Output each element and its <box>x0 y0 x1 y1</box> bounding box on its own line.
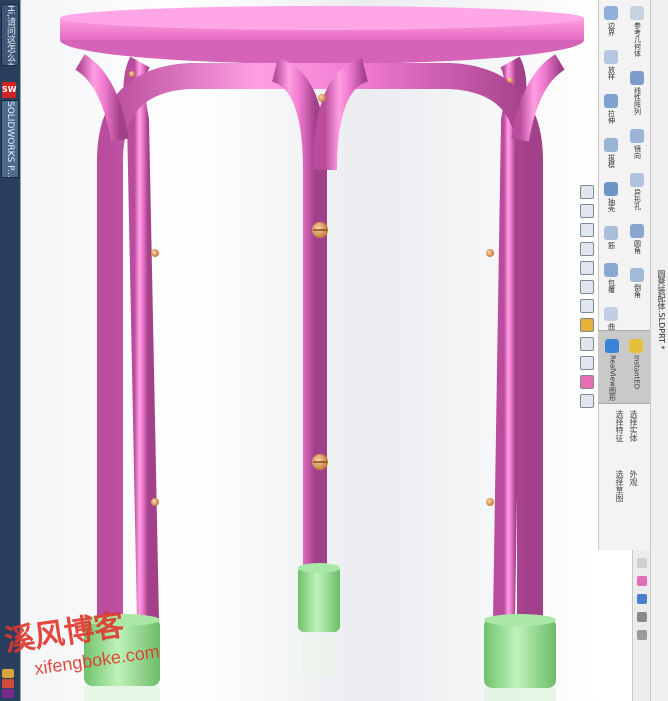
custom-properties-icon[interactable] <box>637 630 647 640</box>
hide-show-icon[interactable] <box>580 299 594 313</box>
display-style-icon[interactable] <box>580 280 594 294</box>
view-settings-icon[interactable] <box>580 356 594 370</box>
zoom-area-icon[interactable] <box>580 204 594 218</box>
realview-button[interactable]: RealView图形 <box>600 339 624 401</box>
appearance-hint[interactable]: 外观 <box>628 470 639 486</box>
windows-taskbar: Hi,请问这怎么办l... SW SOLIDWORKS P... <box>0 0 20 701</box>
tray-icon[interactable] <box>2 679 14 688</box>
section-view-icon[interactable] <box>580 242 594 256</box>
command-column-1: 边界 放样 拉伸 拔模 抽壳 筋 包覆 曲线 <box>599 0 625 351</box>
boundary-icon <box>604 6 618 20</box>
document-title-strip: 圆凳装配体.SLDPRT * <box>650 0 668 701</box>
loft-button[interactable]: 放样 <box>599 50 623 80</box>
file-explorer-icon[interactable] <box>637 594 647 604</box>
taskbar-item-solidworks[interactable]: SOLIDWORKS P... <box>1 100 19 178</box>
tray-icon[interactable] <box>2 689 14 698</box>
stool-seat[interactable] <box>60 6 584 64</box>
appearance-icon[interactable] <box>637 576 647 586</box>
taskpane-tabs <box>632 550 651 701</box>
command-manager-panel: 边界 放样 拉伸 拔模 抽壳 筋 包覆 曲线 参考几何体 线性阵列 镜向 异形孔… <box>598 0 651 550</box>
render-tools-group: RealView图形 InstantED <box>598 330 650 404</box>
fillet-button[interactable]: 圆角 <box>625 224 649 254</box>
instant3d-button[interactable]: InstantED <box>624 339 648 389</box>
wrap-button[interactable]: 包覆 <box>599 263 623 293</box>
home-icon[interactable] <box>637 558 647 568</box>
extrude-icon <box>604 94 618 108</box>
edit-appearance-icon[interactable] <box>580 318 594 332</box>
draft-button[interactable]: 拔模 <box>599 138 623 168</box>
rib-button[interactable]: 筋 <box>599 226 623 249</box>
instant3d-icon <box>629 339 643 353</box>
mirror-icon <box>630 129 644 143</box>
taskbar-item-label: SOLIDWORKS P... <box>5 101 15 178</box>
fillet-icon <box>630 224 644 238</box>
extrude-button[interactable]: 拉伸 <box>599 94 623 124</box>
shell-icon <box>604 182 618 196</box>
chamfer-icon <box>630 268 644 282</box>
command-column-2: 参考几何体 线性阵列 镜向 异形孔 圆角 倒角 <box>625 0 651 312</box>
shell-button[interactable]: 抽壳 <box>599 182 623 212</box>
view-orientation-icon[interactable] <box>580 261 594 275</box>
solidworks-logo-icon: SW <box>2 82 17 98</box>
document-title: 圆凳装配体.SLDPRT * <box>657 270 666 350</box>
loft-icon <box>604 50 618 64</box>
stool-3d-model[interactable] <box>20 0 598 701</box>
select-feature-hint[interactable]: 选择特征 <box>614 410 625 442</box>
view-toolbar <box>578 180 596 413</box>
tray-icons <box>2 668 18 699</box>
select-sketch-hint[interactable]: 选择草图 <box>614 470 625 502</box>
hole-wizard-icon <box>630 173 644 187</box>
realview-icon[interactable] <box>580 375 594 389</box>
reference-geometry-icon <box>630 6 644 20</box>
zoom-icon[interactable] <box>580 185 594 199</box>
previous-view-icon[interactable] <box>580 223 594 237</box>
hole-wizard-button[interactable]: 异形孔 <box>625 173 649 210</box>
reference-geometry-button[interactable]: 参考几何体 <box>625 6 649 57</box>
wrap-icon <box>604 263 618 277</box>
select-body-hint[interactable]: 选择实体 <box>628 410 639 442</box>
boundary-button[interactable]: 边界 <box>599 6 623 36</box>
chamfer-button[interactable]: 倒角 <box>625 268 649 298</box>
taskbar-item-browser[interactable]: Hi,请问这怎么办l... <box>1 4 19 66</box>
monitor-icon[interactable] <box>580 394 594 408</box>
draft-icon <box>604 138 618 152</box>
rib-icon <box>604 226 618 240</box>
view-palette-icon[interactable] <box>637 612 647 622</box>
linear-pattern-button[interactable]: 线性阵列 <box>625 71 649 115</box>
linear-pattern-icon <box>630 71 644 85</box>
scene-icon[interactable] <box>580 337 594 351</box>
taskbar-item-label: Hi,请问这怎么办l... <box>5 5 15 66</box>
mirror-button[interactable]: 镜向 <box>625 129 649 159</box>
realview-icon <box>605 339 619 353</box>
curves-icon <box>604 307 618 321</box>
tray-icon[interactable] <box>2 669 14 678</box>
